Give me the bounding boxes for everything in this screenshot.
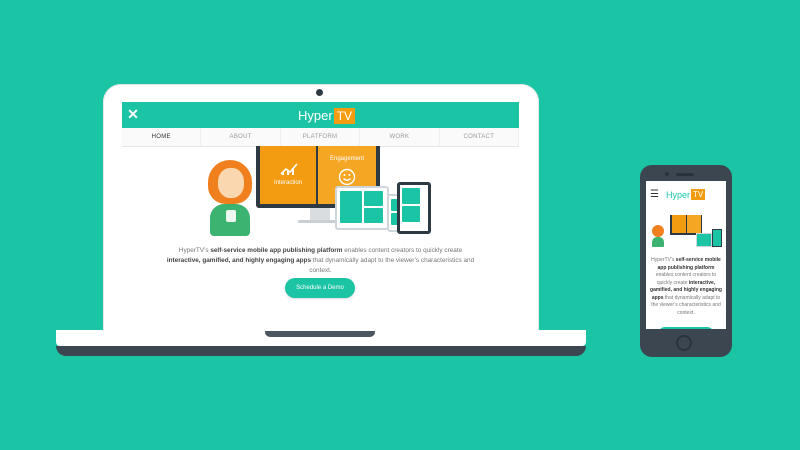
nav-item-contact[interactable]: CONTACT — [440, 128, 519, 146]
nav-item-work[interactable]: WORK — [360, 128, 440, 146]
desc-text-1: HyperTV’s — [178, 247, 211, 254]
logo-badge: TV — [333, 107, 356, 124]
girl-face — [218, 168, 244, 198]
desc-text-2: enables content creators to quickly crea… — [342, 247, 463, 254]
mobile-hero-illustration — [650, 213, 722, 253]
schedule-demo-button[interactable]: Schedule a Demo — [285, 278, 355, 298]
site-logo[interactable]: Hyper TV — [298, 107, 356, 124]
nav-item-platform[interactable]: PLATFORM — [281, 128, 361, 146]
mobile-logo[interactable]: Hyper TV — [666, 189, 706, 200]
mobile-logo-badge: TV — [691, 189, 706, 200]
main-nav: HOME ABOUT PLATFORM WORK CONTACT — [122, 128, 519, 147]
nav-item-home[interactable]: HOME — [122, 128, 202, 146]
desc-text-3: that dynamically adapt to the viewer’s c… — [309, 257, 475, 274]
laptop-camera — [316, 89, 323, 96]
interaction-label: Interaction — [274, 180, 303, 186]
menu-icon[interactable]: ☰ — [650, 190, 659, 200]
girl-phone-icon — [226, 210, 236, 222]
hero-description: HyperTV’s self-service mobile app publis… — [162, 246, 479, 276]
tablet-device — [335, 186, 389, 230]
laptop-foot — [56, 346, 586, 356]
engagement-label: Engagement — [330, 156, 365, 162]
phone-speaker — [676, 173, 694, 176]
close-icon[interactable]: ✕ — [126, 105, 140, 123]
phone-camera — [665, 172, 669, 176]
phone-screen: ☰ Hyper TV HyperTV’s self-service mobile… — [646, 181, 726, 329]
mobile-demo-button[interactable] — [658, 327, 714, 329]
monitor-stand — [310, 208, 330, 220]
desc-bold-2: interactive, gamified, and highly engagi… — [166, 257, 311, 264]
smiley-icon — [338, 168, 356, 186]
nav-item-about[interactable]: ABOUT — [201, 128, 281, 146]
monitor-interaction-panel: Interaction — [260, 146, 316, 204]
chart-icon — [280, 163, 298, 175]
laptop-notch — [265, 331, 375, 337]
desc-bold-1: self-service mobile app publishing platf… — [210, 247, 343, 254]
logo-text: Hyper — [298, 108, 333, 123]
mobile-logo-text: Hyper — [666, 189, 691, 200]
site-header: ✕ Hyper TV — [122, 102, 519, 128]
m-desc-text-1: HyperTV’s — [651, 257, 676, 263]
phone-home-button — [676, 335, 692, 351]
mobile-description: HyperTV’s self-service mobile app publis… — [650, 257, 722, 317]
laptop-screen: ✕ Hyper TV HOME ABOUT PLATFORM WORK CONT… — [122, 102, 519, 330]
mobile-header: ☰ Hyper TV — [646, 181, 726, 209]
hero-illustration: Interaction Engagement — [122, 146, 519, 242]
phone-device-dark — [397, 182, 431, 234]
